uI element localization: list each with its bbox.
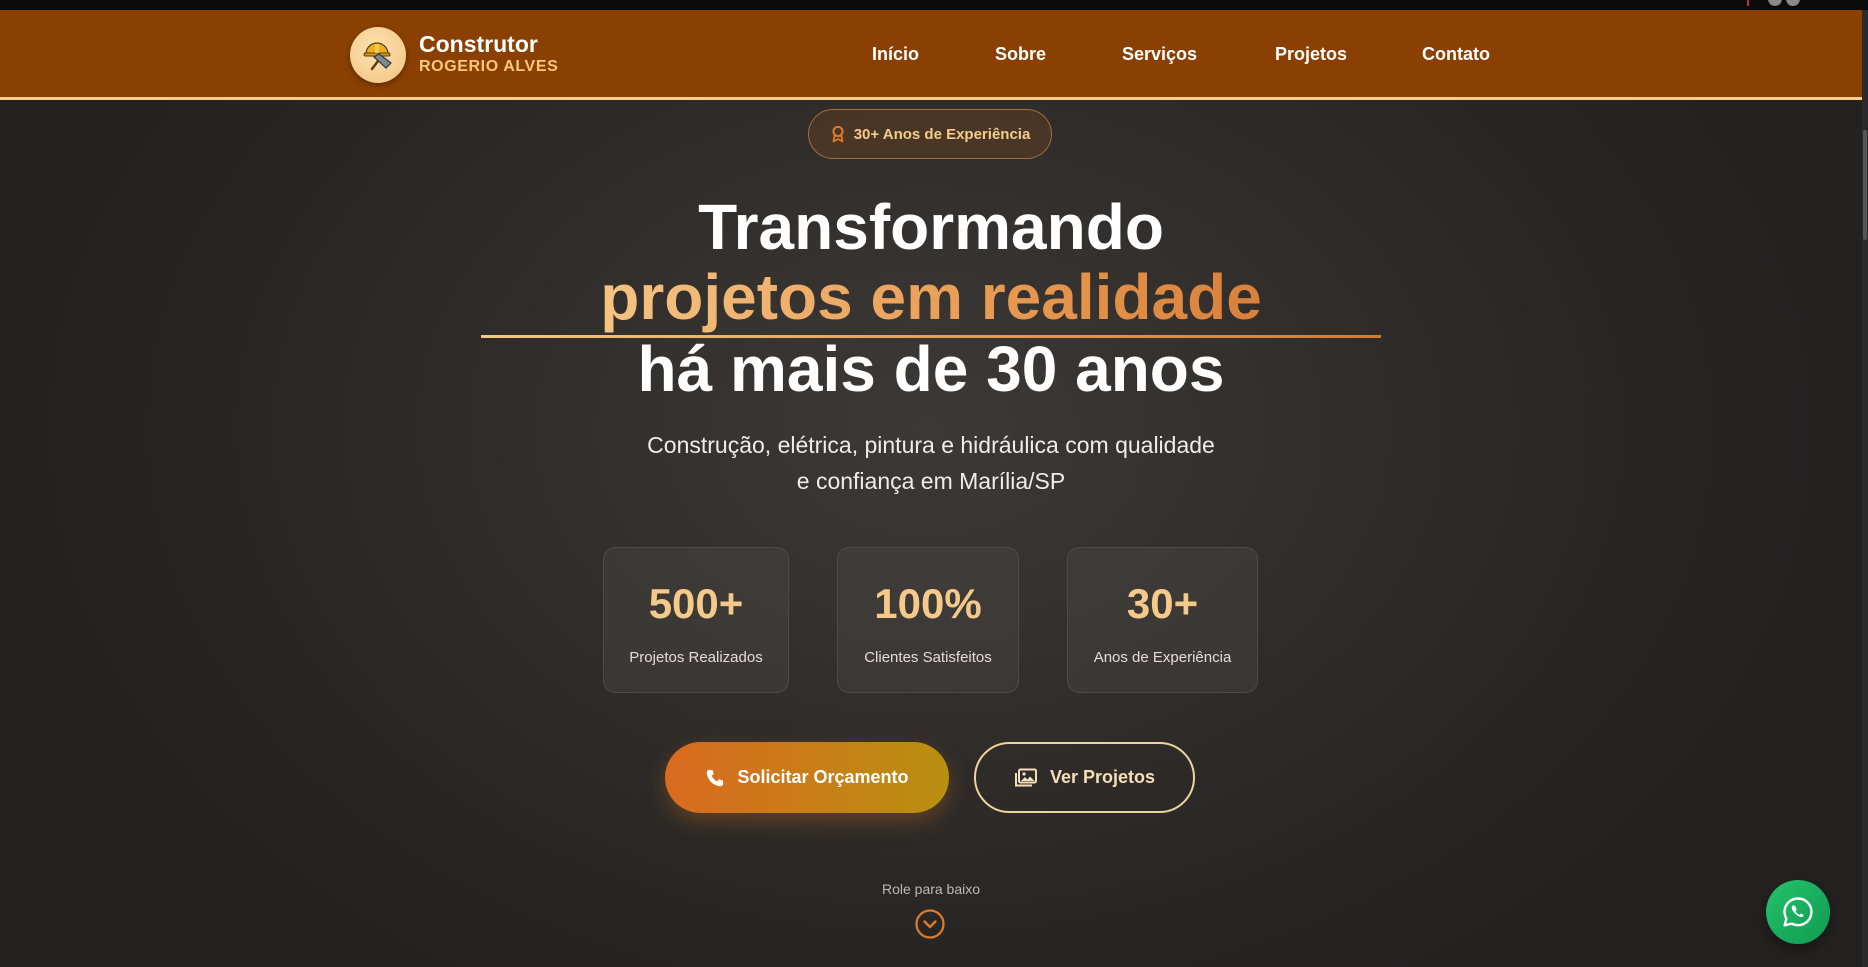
hero-title-highlight: projetos em realidade: [600, 261, 1262, 333]
recording-indicator: [1747, 0, 1749, 6]
view-projects-label: Ver Projetos: [1049, 767, 1156, 787]
nav-item-servicos[interactable]: Serviços: [1122, 44, 1197, 65]
page-scrollbar[interactable]: [1862, 10, 1868, 967]
stat-value: 100%: [874, 580, 982, 627]
hero-title-line-2: projetos em realidade: [0, 262, 1862, 332]
nav-item-inicio[interactable]: Início: [872, 44, 919, 65]
stat-card-projects: 500+ Projetos Realizados: [603, 547, 789, 693]
hero-title-line-1: Transformando: [698, 191, 1164, 263]
whatsapp-icon: [1783, 897, 1813, 927]
images-icon: [1014, 768, 1037, 786]
stat-label: Clientes Satisfeitos: [864, 649, 992, 666]
stat-value: 500+: [648, 580, 744, 627]
hero-title-line-3: há mais de 30 anos: [637, 333, 1225, 405]
nav-item-sobre[interactable]: Sobre: [995, 44, 1046, 65]
chevron-down-circle-icon[interactable]: [914, 908, 946, 940]
request-quote-label: Solicitar Orçamento: [737, 767, 909, 787]
request-quote-button[interactable]: Solicitar Orçamento: [665, 742, 949, 813]
scroll-hint: Role para baixo: [881, 881, 981, 897]
hero-subtitle-line-2: e confiança em Marília/SP: [796, 468, 1066, 494]
scrollbar-thumb[interactable]: [1863, 130, 1867, 240]
avatar-icon: [1786, 0, 1800, 6]
stat-card-experience: 30+ Anos de Experiência: [1067, 547, 1258, 693]
builder-helmet-trowel-icon: [363, 42, 392, 71]
stat-card-clients: 100% Clientes Satisfeitos: [837, 547, 1019, 693]
avatar-icon: [1768, 0, 1782, 6]
whatsapp-float-button[interactable]: [1766, 880, 1830, 944]
stat-label: Projetos Realizados: [629, 649, 763, 666]
site-header: Construtor ROGERIO ALVES Início Sobre Se…: [0, 10, 1862, 100]
stat-label: Anos de Experiência: [1093, 649, 1232, 666]
view-projects-button[interactable]: Ver Projetos: [974, 742, 1195, 813]
award-icon: [832, 125, 844, 143]
brand-subtitle[interactable]: ROGERIO ALVES: [419, 58, 558, 76]
nav-item-contato[interactable]: Contato: [1422, 44, 1490, 65]
browser-top-strip: [0, 0, 1868, 10]
hero-subtitle-line-1: Construção, elétrica, pintura e hidráuli…: [647, 432, 1215, 458]
phone-icon: [707, 769, 724, 786]
experience-badge: 30+ Anos de Experiência: [808, 109, 1052, 159]
logo[interactable]: [350, 27, 406, 83]
experience-badge-label: 30+ Anos de Experiência: [853, 125, 1031, 143]
brand-title[interactable]: Construtor: [419, 31, 538, 58]
nav-item-projetos[interactable]: Projetos: [1275, 44, 1347, 65]
stat-value: 30+: [1126, 580, 1199, 627]
